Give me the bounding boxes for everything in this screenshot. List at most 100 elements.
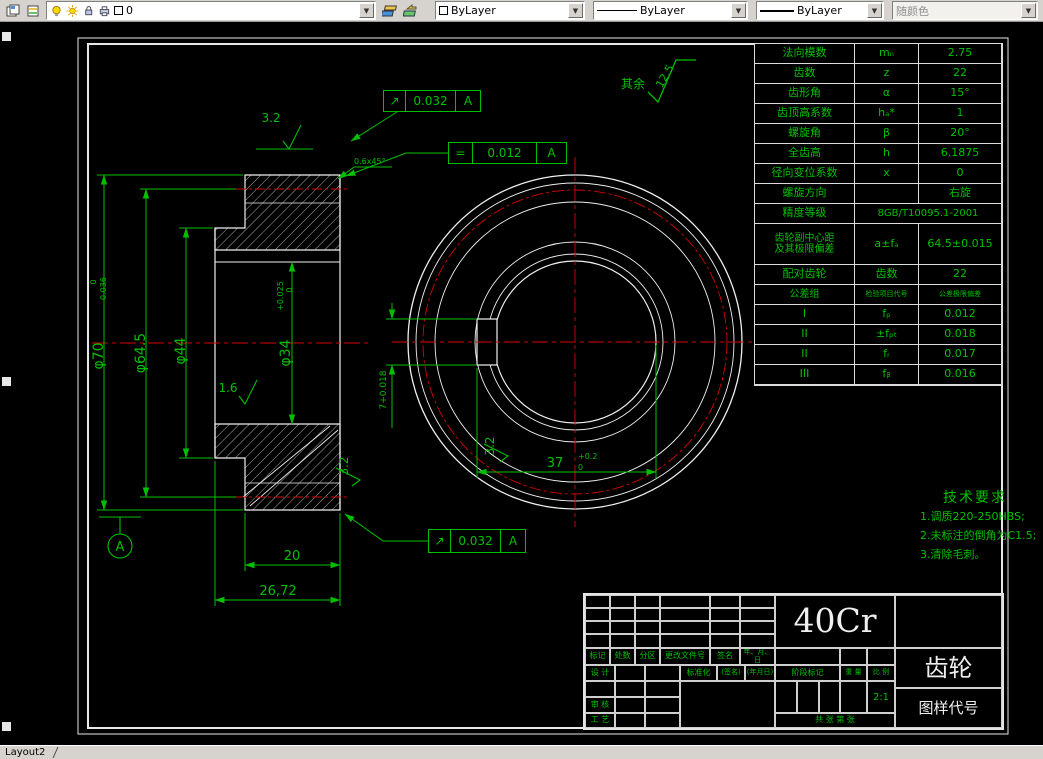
param-table-row: 全齿高 h 6.1875 (755, 144, 1002, 164)
param-table-row: 齿轮副中心距 及其极限偏差 a±fₐ 64.5±0.015 (755, 224, 1002, 265)
plot-style-dropdown-arrow: ▼ (1021, 3, 1036, 18)
param-table-row: 齿顶高系数 hₐ* 1 (755, 104, 1002, 124)
tech-requirements-title: 技术要求 (943, 490, 1007, 506)
title-block-cell (585, 681, 615, 697)
title-block-cell: (签名) (717, 665, 745, 681)
param-table-cell: fₚ (855, 305, 919, 325)
gdt-frame-runout-bottom: ↗ 0.032 A (428, 529, 526, 553)
param-table-cell: 齿数 (855, 265, 919, 285)
title-block-cell: 重 量 (840, 665, 867, 681)
layout-tab-bar: Layout2 (0, 745, 1043, 759)
param-table-cell: β (855, 124, 919, 144)
param-table-cell: 0.016 (919, 365, 1002, 385)
current-plot-style-value: 随颜色 (896, 4, 929, 18)
gdt-frame-parallelism: = 0.012 A (448, 142, 567, 164)
color-control-combo[interactable]: ByLayer ▼ (435, 1, 585, 20)
title-block-cell: (年月日) (745, 665, 775, 681)
param-table-cell: 0.012 (919, 305, 1002, 325)
layer-states-icon (27, 5, 38, 16)
title-block-cell: 分区 (635, 648, 660, 665)
revision-grid-cell (635, 595, 660, 608)
param-table-cell: fᵣ (855, 345, 919, 365)
revision-grid-cell (710, 595, 740, 608)
param-table-cell: 2.75 (919, 44, 1002, 64)
part-name-cell: 齿轮 (895, 648, 1002, 688)
param-table-cell: 15° (919, 84, 1002, 104)
current-linetype-value: ByLayer (640, 4, 685, 17)
title-block-cell (819, 681, 840, 713)
param-table-cell: 6.1875 (919, 144, 1002, 164)
revision-grid-cell (740, 634, 775, 648)
title-block-cell (867, 648, 895, 665)
layer-control-combo[interactable]: 0 ▼ (46, 1, 376, 20)
lineweight-combo-dropdown-arrow[interactable]: ▼ (867, 3, 882, 18)
revision-grid-cell (660, 608, 710, 621)
param-table-cell: 精度等级 (755, 204, 855, 224)
layer-previous-button[interactable] (400, 1, 421, 20)
title-block-cell (775, 648, 840, 665)
param-table-cell: h (855, 144, 919, 164)
parallelism-symbol: = (449, 143, 473, 163)
title-block-cell: 审 核 (585, 697, 615, 713)
param-table-cell: 齿轮副中心距 及其极限偏差 (755, 224, 855, 265)
gdt-tolerance-value: 0.032 (406, 91, 456, 111)
layer-states-button[interactable] (23, 1, 44, 20)
gdt-datum-ref: A (463, 94, 473, 108)
object-properties-toolbar: 0 ▼ ByLayer ▼ ByLayer ▼ ByLayer ▼ 随颜色 ▼ (0, 0, 1043, 22)
lineweight-control-combo[interactable]: ByLayer ▼ (756, 1, 884, 20)
param-table-cell: 全齿高 (755, 144, 855, 164)
param-table-cell: 0.018 (919, 325, 1002, 345)
layer-plot-printer-icon (99, 5, 110, 16)
linetype-combo-dropdown-arrow[interactable]: ▼ (731, 3, 746, 18)
param-table-cell: 齿顶高系数 (755, 104, 855, 124)
revision-grid-cell (660, 634, 710, 648)
title-block-cell (645, 713, 680, 728)
layer-combo-dropdown-arrow[interactable]: ▼ (359, 3, 374, 18)
param-table-cell: 配对齿轮 (755, 265, 855, 285)
layer-lock-icon (85, 5, 93, 15)
param-table-row: 公差组 检验项目代号 公差极限偏差 (755, 285, 1002, 305)
param-table-cell: II (755, 345, 855, 365)
param-table-cell: I (755, 305, 855, 325)
title-block-cell: 签名 (710, 648, 740, 665)
title-block-cell (840, 681, 867, 713)
title-block-cell: 阶段标记 (775, 665, 840, 681)
param-table-cell: 法向模数 (755, 44, 855, 64)
linetype-control-combo[interactable]: ByLayer ▼ (593, 1, 748, 20)
revision-grid-cell (585, 621, 610, 634)
tech-requirement-line: 2.未标注的倒角为C1.5; (920, 529, 1037, 542)
tab-layout2[interactable]: Layout2 (5, 747, 45, 758)
title-block-cell (895, 595, 1002, 648)
title-block-cell: 标记 (585, 648, 610, 665)
param-table-cell: a±fₐ (855, 224, 919, 265)
param-table-cell: α (855, 84, 919, 104)
linetype-sample (597, 10, 637, 11)
param-table-cell: z (855, 64, 919, 84)
param-table-cell (855, 184, 919, 204)
color-combo-dropdown-arrow[interactable]: ▼ (568, 3, 583, 18)
technical-requirements: 技术要求 1.调质220-250HBS; 2.未标注的倒角为C1.5; 3.清除毛刺… (900, 487, 1043, 564)
layer-previous-icon (402, 3, 416, 16)
layer-properties-button[interactable] (2, 1, 23, 20)
param-table-row: 配对齿轮 齿数 22 (755, 265, 1002, 285)
revision-grid-cell (610, 634, 635, 648)
layer-freeze-sun-icon (66, 4, 79, 17)
title-block-cell (645, 697, 680, 713)
revision-grid-cell (740, 608, 775, 621)
title-block-cell (615, 713, 645, 728)
param-table-cell: 公差组 (755, 285, 855, 305)
revision-grid-cell (585, 595, 610, 608)
current-color-swatch (439, 6, 448, 15)
param-table-cell: ±fₚₜ (855, 325, 919, 345)
param-table-cell: 公差极限偏差 (919, 285, 1002, 305)
param-table-cell: 齿数 (755, 64, 855, 84)
gdt-datum-ref: A (508, 534, 518, 548)
param-table-cell: 检验项目代号 (855, 285, 919, 305)
revision-grid-cell (610, 621, 635, 634)
title-block-cell (775, 681, 797, 713)
param-table-cell: II (755, 325, 855, 345)
scale-cell: 2:1 (867, 681, 895, 713)
make-layer-current-button[interactable] (379, 1, 400, 20)
layer-on-bulb-icon (52, 5, 61, 16)
param-table-row: 齿数 z 22 (755, 64, 1002, 84)
